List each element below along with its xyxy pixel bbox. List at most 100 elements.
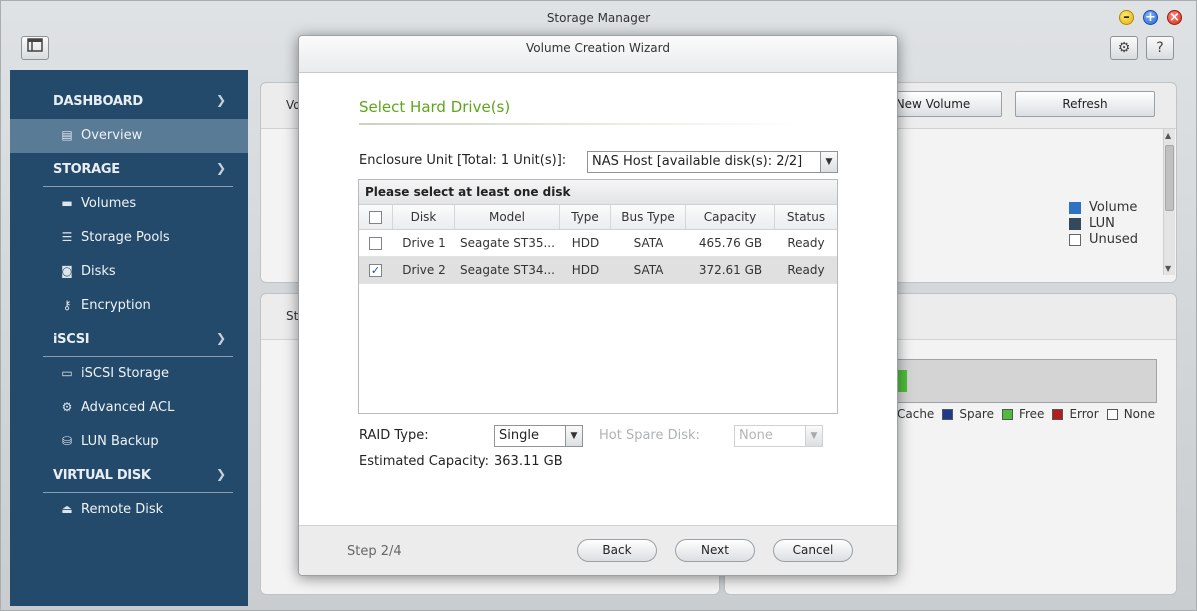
sidebar-item-label: Disks: [81, 264, 116, 279]
hot-spare-select: None ▼: [734, 425, 823, 447]
bus-cell: SATA: [633, 236, 664, 250]
storage-pool-icon: ☰: [61, 230, 73, 244]
sidebar-item-iscsi-storage[interactable]: ▭ iSCSI Storage: [10, 357, 248, 391]
column-header-status[interactable]: Status: [775, 205, 837, 229]
table-row[interactable]: ✓ Drive 2 Seagate ST34... HDD SATA 372.6…: [359, 257, 837, 284]
legend-label: Free: [1018, 407, 1045, 421]
select-all-cell: [359, 205, 393, 229]
legend-swatch: [1069, 217, 1081, 230]
sidebar-section-virtual-disk[interactable]: VIRTUAL DISK ❯: [10, 459, 248, 493]
raid-type-label: RAID Type:: [359, 428, 429, 443]
legend-label: None: [1123, 407, 1155, 421]
row-checkbox[interactable]: ✓: [369, 264, 382, 277]
chevron-down-icon[interactable]: ❯: [216, 93, 226, 107]
lun-backup-icon: ⛁: [61, 434, 73, 448]
panel-title: St: [286, 309, 299, 323]
column-header-bus-type[interactable]: Bus Type: [611, 205, 686, 229]
row-checkbox[interactable]: [369, 237, 382, 250]
chevron-down-icon[interactable]: ▼: [820, 152, 837, 172]
legend-label: LUN: [1089, 216, 1115, 231]
enclosure-select-value: NAS Host [available disk(s): 2/2]: [592, 154, 803, 169]
sidebar-item-overview[interactable]: ▤ Overview: [10, 119, 248, 153]
chevron-down-icon[interactable]: ❯: [216, 331, 226, 345]
legend-swatch: [942, 408, 954, 420]
layout-icon: [27, 38, 43, 52]
step-title: Select Hard Drive(s): [359, 98, 511, 116]
window-controls: – + ×: [1119, 10, 1182, 25]
scrollbar-thumb[interactable]: [1165, 145, 1174, 211]
legend-lun: LUN: [1069, 216, 1115, 231]
sidebar-item-label: LUN Backup: [81, 434, 159, 449]
list-icon: ▤: [61, 128, 73, 142]
capacity-cell: 372.61 GB: [698, 263, 763, 277]
sidebar-item-remote-disk[interactable]: ⏏ Remote Disk: [10, 493, 248, 527]
help-button[interactable]: ?: [1146, 36, 1174, 60]
disk-cell: Drive 2: [402, 263, 446, 277]
maximize-icon[interactable]: +: [1143, 10, 1158, 25]
volume-creation-wizard: Volume Creation Wizard Select Hard Drive…: [298, 35, 898, 576]
sidebar-toggle-button[interactable]: [21, 36, 49, 60]
legend-swatch: [1052, 408, 1064, 420]
chevron-down-icon[interactable]: ▼: [565, 426, 582, 446]
sidebar-item-label: iSCSI Storage: [81, 366, 170, 381]
sidebar-item-storage-pools[interactable]: ☰ Storage Pools: [10, 221, 248, 255]
sidebar-item-advanced-acl[interactable]: ⚙ Advanced ACL: [10, 391, 248, 425]
sidebar-item-encryption[interactable]: ⚷ Encryption: [10, 289, 248, 323]
type-cell: HDD: [571, 263, 600, 277]
enclosure-select[interactable]: NAS Host [available disk(s): 2/2] ▼: [587, 151, 838, 173]
sidebar-item-disks[interactable]: ◙ Disks: [10, 255, 248, 289]
close-icon[interactable]: ×: [1167, 10, 1182, 25]
estimated-capacity-value: 363.11 GB: [494, 454, 563, 469]
column-header-disk[interactable]: Disk: [393, 205, 455, 229]
disk-cell: Drive 1: [402, 236, 446, 250]
wizard-title: Volume Creation Wizard: [299, 36, 897, 73]
raid-type-value: Single: [499, 428, 539, 443]
legend-swatch: [1001, 408, 1013, 420]
usage-bar-fill: [897, 370, 907, 392]
raid-type-select[interactable]: Single ▼: [494, 425, 583, 447]
chevron-down-icon[interactable]: ❯: [216, 161, 226, 175]
refresh-button[interactable]: Refresh: [1015, 91, 1155, 117]
disk-grid: Please select at least one disk Disk Mod…: [358, 179, 838, 414]
sidebar: DASHBOARD ❯ ▤ Overview STORAGE ❯ ▬ Volum…: [10, 70, 248, 606]
disk-icon: ◙: [61, 264, 73, 278]
status-cell: Ready: [787, 263, 825, 277]
sidebar-item-lun-backup[interactable]: ⛁ LUN Backup: [10, 425, 248, 459]
window-title: Storage Manager: [546, 11, 651, 25]
checkbox-cell: [359, 230, 393, 256]
sidebar-section-dashboard[interactable]: DASHBOARD ❯: [10, 85, 248, 119]
column-header-type[interactable]: Type: [560, 205, 611, 229]
next-button[interactable]: Next: [675, 539, 755, 562]
divider: [359, 123, 799, 125]
chevron-down-icon[interactable]: ❯: [216, 467, 226, 481]
bus-cell: SATA: [633, 263, 664, 277]
column-header-capacity[interactable]: Capacity: [686, 205, 775, 229]
select-all-checkbox[interactable]: [369, 211, 382, 224]
legend-unused: Unused: [1069, 232, 1138, 247]
legend-swatch: [1069, 233, 1081, 246]
legend-label: Spare: [959, 407, 994, 421]
sidebar-item-label: Overview: [81, 128, 143, 143]
sidebar-item-volumes[interactable]: ▬ Volumes: [10, 187, 248, 221]
hot-spare-value: None: [739, 428, 773, 443]
capacity-cell: 465.76 GB: [698, 236, 763, 250]
estimated-capacity-label: Estimated Capacity:: [359, 454, 490, 469]
legend-label: Cache: [897, 407, 935, 421]
help-icon: ?: [1156, 40, 1164, 56]
column-header-model[interactable]: Model: [455, 205, 560, 229]
step-indicator: Step 2/4: [347, 544, 402, 559]
cancel-button[interactable]: Cancel: [773, 539, 853, 562]
legend-volume: Volume: [1069, 200, 1137, 215]
scroll-down-icon[interactable]: ▼: [1165, 264, 1171, 273]
minimize-icon[interactable]: –: [1119, 10, 1134, 25]
scrollbar[interactable]: ▲ ▼: [1163, 129, 1175, 275]
settings-button[interactable]: ⚙: [1110, 36, 1138, 60]
sidebar-section-iscsi[interactable]: iSCSI ❯: [10, 323, 248, 357]
iscsi-storage-icon: ▭: [61, 366, 73, 380]
back-button[interactable]: Back: [577, 539, 657, 562]
sidebar-section-storage[interactable]: STORAGE ❯: [10, 153, 248, 187]
hot-spare-label: Hot Spare Disk:: [599, 428, 700, 443]
table-row[interactable]: Drive 1 Seagate ST35... HDD SATA 465.76 …: [359, 230, 837, 257]
scroll-up-icon[interactable]: ▲: [1165, 131, 1171, 140]
sidebar-item-label: Remote Disk: [81, 502, 164, 517]
